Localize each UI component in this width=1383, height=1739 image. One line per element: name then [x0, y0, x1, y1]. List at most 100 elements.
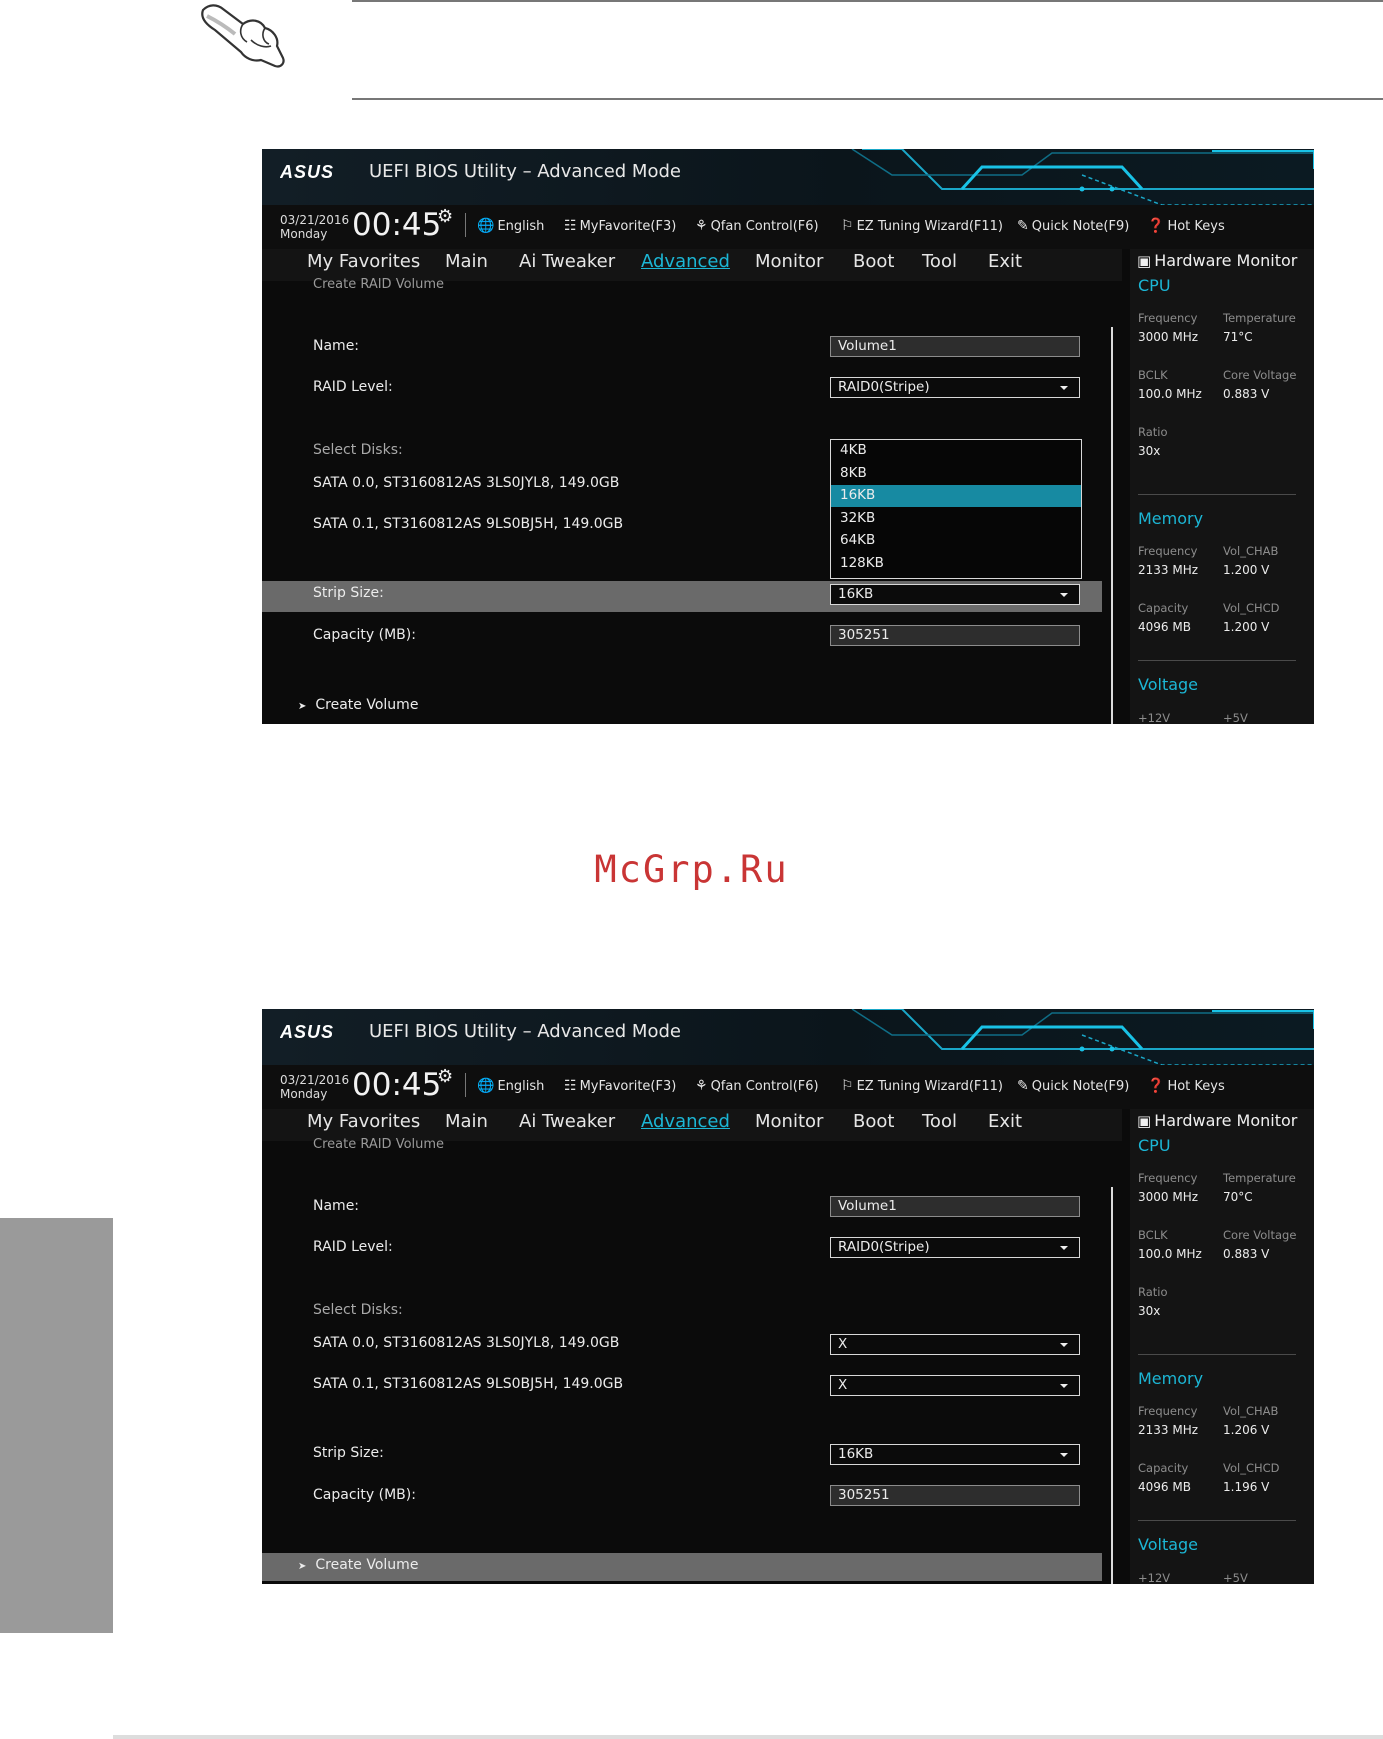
- toolbar-label: Qfan Control(F6): [710, 219, 819, 234]
- tab-ai-tweaker[interactable]: Ai Tweaker: [519, 1111, 615, 1132]
- gear-icon[interactable]: ⚙: [437, 206, 453, 227]
- ez-tuning-wizard-button[interactable]: ⚐ EZ Tuning Wizard(F11): [841, 1078, 1003, 1094]
- raid-level-select[interactable]: RAID0(Stripe): [830, 377, 1080, 398]
- language-button[interactable]: 🌐 English: [477, 1078, 544, 1094]
- divider: [1138, 494, 1296, 495]
- tab-exit[interactable]: Exit: [988, 1111, 1022, 1132]
- capacity-input[interactable]: 305251: [830, 625, 1080, 646]
- tab-monitor[interactable]: Monitor: [755, 251, 823, 272]
- monitor-icon: ▣: [1137, 1112, 1152, 1130]
- quick-note-button[interactable]: ✎ Quick Note(F9): [1017, 1078, 1129, 1094]
- qfan-control-button[interactable]: ⚘ Qfan Control(F6): [695, 218, 819, 234]
- quick-note-button[interactable]: ✎ Quick Note(F9): [1017, 218, 1129, 234]
- voltage-heading: Voltage: [1138, 1535, 1199, 1554]
- page-bottom-bar: [113, 1735, 1383, 1739]
- cpu-temperature-label: Temperature: [1223, 1171, 1296, 1185]
- capacity-input[interactable]: 305251: [830, 1485, 1080, 1506]
- create-volume-item[interactable]: ➤ Create Volume: [298, 1557, 433, 1573]
- core-voltage-value: 0.883 V: [1223, 387, 1270, 401]
- name-label: Name:: [313, 1198, 360, 1214]
- lightbulb-icon: ⚐: [841, 218, 854, 234]
- bios-screenshot-dropdown-open: ASUS UEFI BIOS Utility – Advanced Mode 03/…: [262, 149, 1314, 724]
- qfan-control-button[interactable]: ⚘ Qfan Control(F6): [695, 1078, 819, 1094]
- strip-size-select[interactable]: 16KB: [830, 1444, 1080, 1465]
- tab-advanced[interactable]: Advanced: [641, 251, 730, 272]
- tab-exit[interactable]: Exit: [988, 251, 1022, 272]
- language-button[interactable]: 🌐 English: [477, 218, 544, 234]
- section-title: Create RAID Volume: [313, 1137, 445, 1152]
- section-title: Create RAID Volume: [313, 277, 445, 292]
- tab-boot[interactable]: Boot: [853, 251, 894, 272]
- scrollbar[interactable]: [1111, 1187, 1113, 1584]
- disk-1-select[interactable]: X: [830, 1375, 1080, 1396]
- volume-name-input[interactable]: Volume1: [830, 336, 1080, 357]
- create-volume-item[interactable]: ➤ Create Volume: [298, 697, 433, 713]
- cpu-frequency-label: Frequency: [1138, 1171, 1198, 1185]
- memory-frequency-label: Frequency: [1138, 1404, 1198, 1418]
- strip-size-select[interactable]: 16KB: [830, 584, 1080, 605]
- help-icon: ❓: [1147, 218, 1165, 234]
- chevron-down-icon: [1060, 1384, 1068, 1388]
- tab-ai-tweaker[interactable]: Ai Tweaker: [519, 251, 615, 272]
- disk-0-label: SATA 0.0, ST3160812AS 3LS0JYL8, 149.0GB: [313, 1335, 620, 1351]
- cpu-temperature-value: 71°C: [1223, 330, 1253, 344]
- v5-label: +5V: [1223, 1571, 1248, 1584]
- note-icon: ✎: [1017, 1078, 1029, 1094]
- dropdown-option[interactable]: 4KB: [831, 440, 1081, 462]
- dropdown-option[interactable]: 16KB: [831, 485, 1081, 507]
- watermark: McGrp.Ru: [594, 848, 789, 891]
- tab-tool[interactable]: Tool: [922, 1111, 957, 1132]
- raid-level-select[interactable]: RAID0(Stripe): [830, 1237, 1080, 1258]
- date-display: 03/21/2016 Monday: [280, 1073, 349, 1101]
- strip-size-label: Strip Size:: [313, 585, 384, 601]
- ratio-label: Ratio: [1138, 425, 1168, 439]
- toolbar-label: Hot Keys: [1167, 219, 1225, 234]
- name-label: Name:: [313, 338, 360, 354]
- chevron-right-icon: ➤: [298, 1561, 307, 1572]
- svg-text:ASUS: ASUS: [280, 162, 334, 182]
- gear-icon[interactable]: ⚙: [437, 1066, 453, 1087]
- raid-level-label: RAID Level:: [313, 379, 393, 395]
- myfavorite-button[interactable]: ☷ MyFavorite(F3): [564, 1078, 676, 1094]
- tab-boot[interactable]: Boot: [853, 1111, 894, 1132]
- raid-level-value: RAID0(Stripe): [838, 1239, 930, 1255]
- cpu-heading: CPU: [1138, 1136, 1171, 1155]
- dropdown-option[interactable]: 32KB: [831, 508, 1081, 530]
- tab-my-favorites[interactable]: My Favorites: [307, 1111, 420, 1132]
- tab-monitor[interactable]: Monitor: [755, 1111, 823, 1132]
- tab-my-favorites[interactable]: My Favorites: [307, 251, 420, 272]
- fan-icon: ⚘: [695, 1078, 708, 1094]
- dropdown-option[interactable]: 64KB: [831, 530, 1081, 552]
- tab-advanced[interactable]: Advanced: [641, 1111, 730, 1132]
- v5-label: +5V: [1223, 711, 1248, 724]
- scrollbar[interactable]: [1111, 327, 1113, 724]
- volume-name-input[interactable]: Volume1: [830, 1196, 1080, 1217]
- dropdown-option[interactable]: 8KB: [831, 463, 1081, 485]
- myfavorite-button[interactable]: ☷ MyFavorite(F3): [564, 218, 676, 234]
- vol-chab-value: 1.206 V: [1223, 1423, 1270, 1437]
- chevron-down-icon: [1060, 386, 1068, 390]
- cpu-frequency-label: Frequency: [1138, 311, 1198, 325]
- toolbar-label: Qfan Control(F6): [710, 1079, 819, 1094]
- app-title: UEFI BIOS Utility – Advanced Mode: [369, 161, 681, 182]
- tab-main[interactable]: Main: [445, 1111, 488, 1132]
- cpu-temperature-value: 70°C: [1223, 1190, 1253, 1204]
- dropdown-option[interactable]: 128KB: [831, 553, 1081, 575]
- cpu-frequency-value: 3000 MHz: [1138, 330, 1199, 344]
- chevron-right-icon: ➤: [298, 701, 307, 712]
- lightbulb-icon: ⚐: [841, 1078, 854, 1094]
- bclk-value: 100.0 MHz: [1138, 1247, 1202, 1261]
- cpu-heading: CPU: [1138, 276, 1171, 295]
- disk-0-select[interactable]: X: [830, 1334, 1080, 1355]
- vol-chab-value: 1.200 V: [1223, 563, 1270, 577]
- weekday: Monday: [280, 227, 328, 241]
- hot-keys-button[interactable]: ❓ Hot Keys: [1147, 1078, 1225, 1094]
- tab-main[interactable]: Main: [445, 251, 488, 272]
- raid-level-label: RAID Level:: [313, 1239, 393, 1255]
- ez-tuning-wizard-button[interactable]: ⚐ EZ Tuning Wizard(F11): [841, 218, 1003, 234]
- help-icon: ❓: [1147, 1078, 1165, 1094]
- cpu-temperature-label: Temperature: [1223, 311, 1296, 325]
- tab-tool[interactable]: Tool: [922, 251, 957, 272]
- hot-keys-button[interactable]: ❓ Hot Keys: [1147, 218, 1225, 234]
- chapter-side-tab: [0, 1218, 113, 1633]
